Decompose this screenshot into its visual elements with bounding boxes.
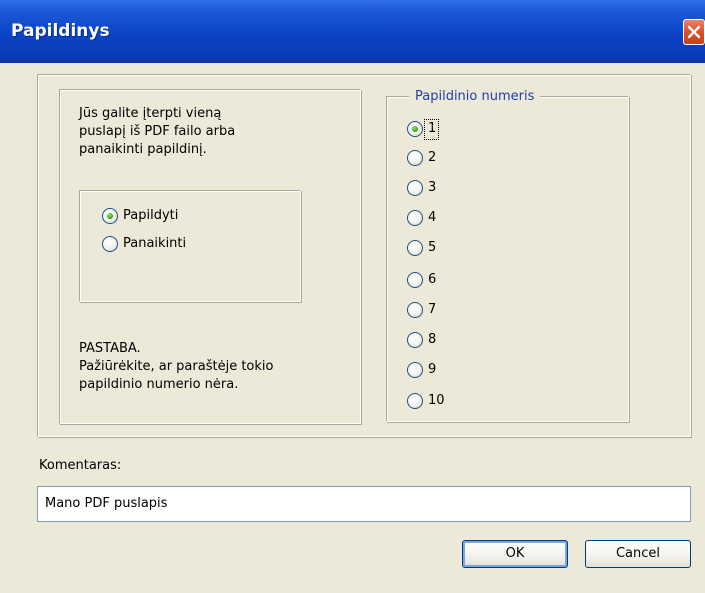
title-bar[interactable]: Papildinys bbox=[0, 0, 705, 63]
radio-number-7[interactable] bbox=[407, 302, 423, 318]
dialog-window: Papildinys Jūs galite įterpti vieną pusl… bbox=[0, 0, 705, 593]
radio-label-number-2[interactable]: 2 bbox=[428, 150, 436, 166]
radio-number-4[interactable] bbox=[407, 210, 423, 226]
note-line: Pažiūrėkite, ar paraštėje tokio bbox=[79, 359, 274, 374]
radio-number-9[interactable] bbox=[407, 362, 423, 378]
radio-number-10[interactable] bbox=[407, 393, 423, 409]
radio-label-number-8[interactable]: 8 bbox=[428, 332, 436, 348]
note-text: PASTABA. Pažiūrėkite, ar paraštėje tokio… bbox=[79, 340, 273, 394]
ok-button[interactable]: OK bbox=[462, 540, 568, 568]
radio-label-number-6[interactable]: 6 bbox=[428, 272, 436, 288]
radio-label-number-1[interactable]: 1 bbox=[428, 121, 436, 137]
radio-label-number-3[interactable]: 3 bbox=[428, 180, 436, 196]
radio-panaikinti[interactable] bbox=[102, 236, 118, 252]
radio-label-panaikinti[interactable]: Panaikinti bbox=[123, 236, 186, 252]
radio-number-5[interactable] bbox=[407, 240, 423, 256]
radio-number-2[interactable] bbox=[407, 150, 423, 166]
intro-line: puslapį iš PDF failo arba bbox=[79, 124, 236, 139]
radio-label-number-4[interactable]: 4 bbox=[428, 210, 436, 226]
comment-label: Komentaras: bbox=[39, 458, 122, 473]
radio-number-3[interactable] bbox=[407, 180, 423, 196]
cancel-button[interactable]: Cancel bbox=[585, 540, 691, 568]
comment-input[interactable]: Mano PDF puslapis bbox=[37, 486, 691, 522]
radio-label-number-5[interactable]: 5 bbox=[428, 240, 436, 256]
intro-line: panaikinti papildinį. bbox=[79, 142, 207, 157]
close-button[interactable] bbox=[683, 19, 705, 45]
radio-number-8[interactable] bbox=[407, 332, 423, 348]
radio-label-number-10[interactable]: 10 bbox=[428, 393, 445, 409]
number-group-box bbox=[386, 96, 629, 422]
number-group-legend: Papildinio numeris bbox=[409, 89, 541, 105]
intro-text: Jūs galite įterpti vieną puslapį iš PDF … bbox=[79, 105, 235, 159]
radio-papildyti[interactable] bbox=[102, 208, 118, 224]
radio-label-papildyti[interactable]: Papildyti bbox=[123, 208, 178, 224]
radio-number-1[interactable] bbox=[407, 121, 423, 137]
note-line: papildinio numerio nėra. bbox=[79, 377, 239, 392]
dialog-content: Jūs galite įterpti vieną puslapį iš PDF … bbox=[0, 63, 705, 593]
window-title: Papildinys bbox=[11, 21, 110, 41]
note-line: PASTABA. bbox=[79, 341, 141, 356]
radio-number-6[interactable] bbox=[407, 272, 423, 288]
radio-label-number-9[interactable]: 9 bbox=[428, 362, 436, 378]
radio-label-number-7[interactable]: 7 bbox=[428, 302, 436, 318]
intro-line: Jūs galite įterpti vieną bbox=[79, 106, 222, 121]
close-icon bbox=[687, 25, 701, 39]
